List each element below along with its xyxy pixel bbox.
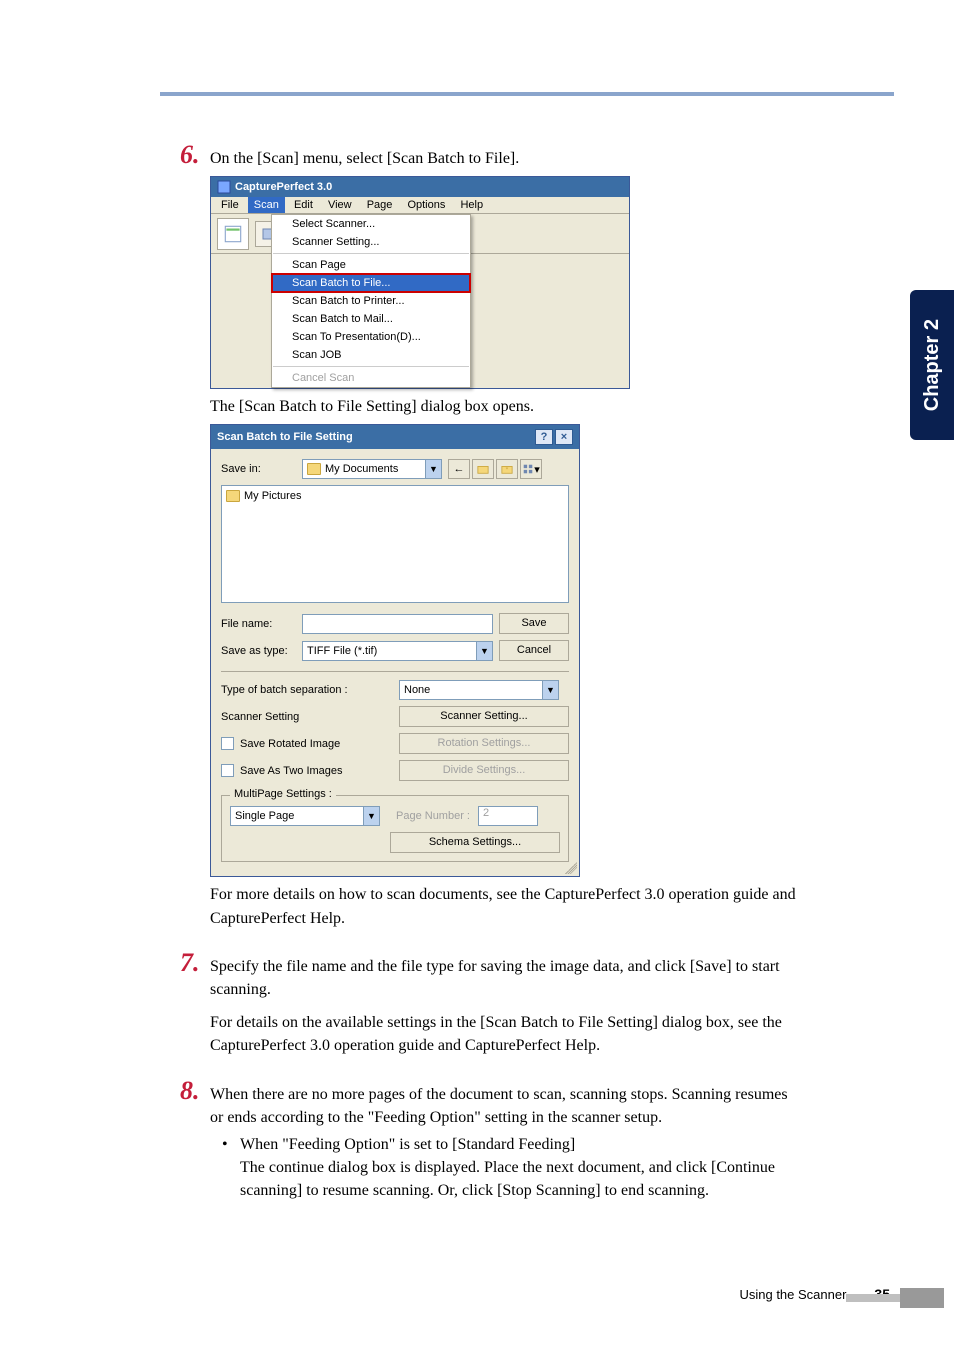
menu-page[interactable]: Page [361,197,399,213]
mi-scan-job[interactable]: Scan JOB [272,346,470,364]
window-title: CapturePerfect 3.0 [235,181,332,193]
multipage-combo[interactable]: Single Page ▼ [230,806,380,826]
step-6-number: 6. [180,140,204,170]
divide-settings-button: Divide Settings... [399,760,569,781]
save-rotated-checkbox[interactable]: Save Rotated Image [221,737,391,750]
step-7-text: Specify the file name and the file type … [210,955,798,1001]
mi-scan-page[interactable]: Scan Page [272,256,470,274]
save-two-label: Save As Two Images [240,765,343,777]
file-list[interactable]: My Pictures [221,485,569,603]
step-7-paragraph: For details on the available settings in… [210,1011,798,1057]
help-icon[interactable]: ? [535,429,553,445]
menu-file[interactable]: File [215,197,245,213]
menu-help[interactable]: Help [454,197,489,213]
bullet-head: When "Feeding Option" is set to [Standar… [240,1133,798,1156]
list-item-label: My Pictures [244,490,301,502]
save-rotated-label: Save Rotated Image [240,738,340,750]
scanner-setting-button[interactable]: Scanner Setting... [399,706,569,727]
captureperfect-window: CapturePerfect 3.0 File Scan Edit View P… [210,176,630,389]
footer-index-bar [900,1288,944,1308]
menu-edit[interactable]: Edit [288,197,319,213]
menubar: File Scan Edit View Page Options Help [211,197,629,214]
save-as-type-label: Save as type: [221,645,296,657]
mi-scanner-setting[interactable]: Scanner Setting... [272,233,470,251]
chevron-down-icon: ▼ [542,681,558,699]
mi-scan-batch-to-mail[interactable]: Scan Batch to Mail... [272,310,470,328]
step-8: 8. When there are no more pages of the d… [180,1076,798,1203]
mi-scan-batch-to-file[interactable]: Scan Batch to File... [272,274,470,292]
step-6-text: On the [Scan] menu, select [Scan Batch t… [210,147,519,170]
step-6-caption: The [Scan Batch to File Setting] dialog … [210,395,798,418]
rotation-settings-button: Rotation Settings... [399,733,569,754]
separator [221,671,569,672]
mi-cancel-scan: Cancel Scan [272,369,470,387]
dialog-titlebar: Scan Batch to File Setting ? × [211,425,579,449]
chapter-tab-label: Chapter 2 [921,319,944,411]
save-in-combo[interactable]: My Documents ▼ [302,459,442,479]
step-8-number: 8. [180,1076,204,1106]
page-content: 6. On the [Scan] menu, select [Scan Batc… [180,140,798,1220]
nav-icon-group: ← * ▾ [448,459,542,479]
save-as-type-value: TIFF File (*.tif) [307,645,377,657]
batch-separation-value: None [404,684,430,696]
list-item[interactable]: My Pictures [226,490,564,502]
chevron-down-icon: ▼ [476,642,492,660]
step-7: 7. Specify the file name and the file ty… [180,948,798,1058]
scanner-status-icon [217,218,249,250]
view-menu-icon[interactable]: ▾ [520,459,542,479]
svg-text:*: * [506,467,509,474]
save-in-value: My Documents [325,463,398,475]
after-dialog-text: For more details on how to scan document… [210,883,798,929]
scanner-setting-label: Scanner Setting [221,711,391,723]
menu-separator [273,253,469,254]
save-as-type-combo[interactable]: TIFF File (*.tif) ▼ [302,641,493,661]
page-number-label: Page Number : [396,810,470,822]
bullet-icon: • [222,1133,234,1156]
cancel-button[interactable]: Cancel [499,640,569,661]
mi-select-scanner[interactable]: Select Scanner... [272,215,470,233]
save-in-label: Save in: [221,463,296,475]
step-8-bullet: • When "Feeding Option" is set to [Stand… [222,1133,798,1203]
dialog-title: Scan Batch to File Setting [217,431,353,443]
multipage-value: Single Page [235,810,294,822]
app-logo-icon [217,180,231,194]
up-folder-icon[interactable] [472,459,494,479]
schema-settings-button[interactable]: Schema Settings... [390,832,560,853]
step-8-text: When there are no more pages of the docu… [210,1083,798,1129]
menu-view[interactable]: View [322,197,358,213]
footer-section-title: Using the Scanner [739,1287,846,1302]
save-button[interactable]: Save [499,613,569,634]
mi-scan-to-presentation[interactable]: Scan To Presentation(D)... [272,328,470,346]
batch-separation-label: Type of batch separation : [221,684,391,696]
new-folder-icon[interactable]: * [496,459,518,479]
resize-grip-icon[interactable] [565,862,577,874]
scan-batch-dialog: Scan Batch to File Setting ? × Save in: … [210,424,580,877]
folder-icon [226,490,240,502]
menu-separator-2 [273,366,469,367]
step-7-number: 7. [180,948,204,978]
multipage-fieldset: MultiPage Settings : Single Page ▼ Page … [221,795,569,862]
window-titlebar: CapturePerfect 3.0 [211,177,629,197]
close-icon[interactable]: × [555,429,573,445]
step-6: 6. On the [Scan] menu, select [Scan Batc… [180,140,798,930]
page-number-field: 2 [478,806,538,826]
checkbox-icon [221,737,234,750]
batch-separation-combo[interactable]: None ▼ [399,680,559,700]
mi-scan-batch-to-printer[interactable]: Scan Batch to Printer... [272,292,470,310]
folder-icon [307,463,321,475]
menu-scan[interactable]: Scan [248,197,285,213]
menu-options[interactable]: Options [401,197,451,213]
chevron-down-icon: ▼ [425,460,441,478]
scan-menu-dropdown: Select Scanner... Scanner Setting... Sca… [271,214,471,388]
file-name-label: File name: [221,618,296,630]
chevron-down-icon: ▼ [363,807,379,825]
back-icon[interactable]: ← [448,459,470,479]
checkbox-icon [221,764,234,777]
chapter-tab: Chapter 2 [910,290,954,440]
file-name-input[interactable] [302,614,493,634]
bullet-body: The continue dialog box is displayed. Pl… [240,1156,798,1202]
multipage-legend: MultiPage Settings : [230,788,336,800]
header-rule [160,92,894,96]
save-two-checkbox[interactable]: Save As Two Images [221,764,391,777]
